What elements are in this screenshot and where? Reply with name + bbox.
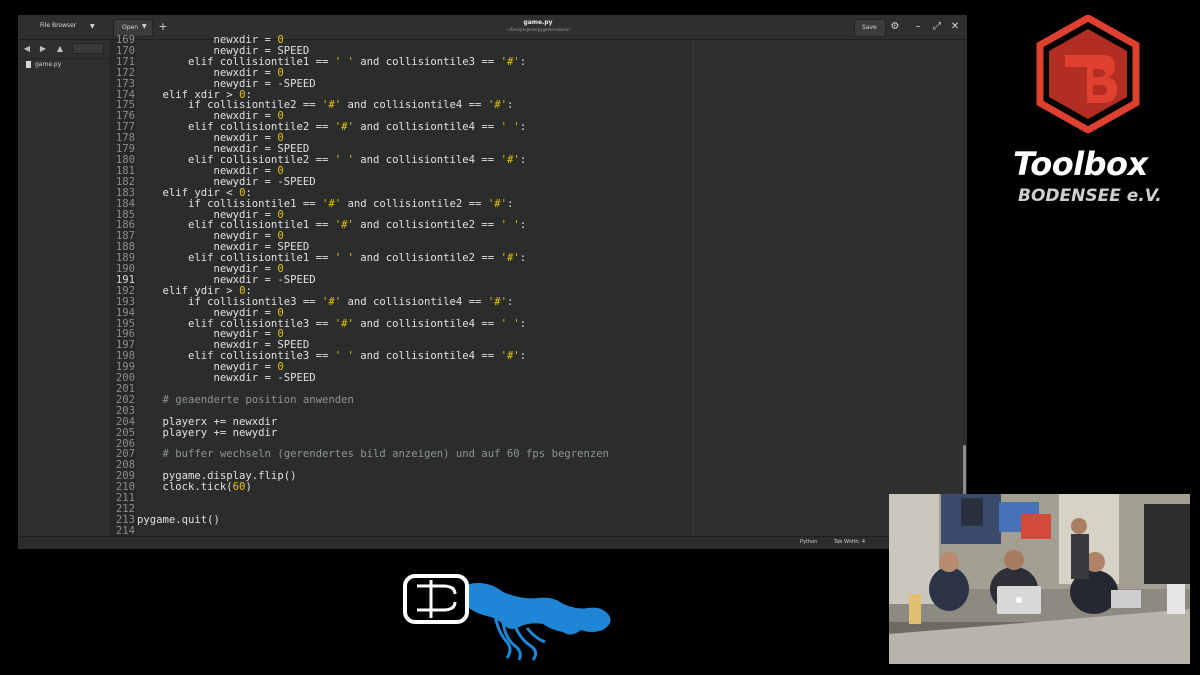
status-bar: Python Tab Width: 4 bbox=[18, 536, 967, 549]
code-text: pygame.quit() bbox=[137, 513, 220, 526]
line-number: 183 bbox=[115, 186, 135, 199]
toolbox-logo bbox=[1036, 15, 1140, 133]
line-number: 172 bbox=[115, 66, 135, 79]
brand-subname: BODENSEE e.V. bbox=[1018, 186, 1162, 206]
folder-select[interactable]: ... bbox=[72, 43, 104, 54]
code-text: elif ydir < 0: bbox=[137, 186, 252, 199]
minimize-icon[interactable]: – bbox=[911, 20, 925, 34]
code-line[interactable]: 194 newydir = 0 bbox=[111, 306, 711, 319]
code-line[interactable]: 210 clock.tick(60) bbox=[111, 482, 711, 493]
code-line[interactable]: 184 if collisiontile1 == '#' and collisi… bbox=[111, 197, 711, 210]
code-line[interactable]: 172 newxdir = 0 bbox=[111, 66, 711, 79]
code-text: newxdir = -SPEED bbox=[137, 372, 316, 385]
code-line[interactable]: 205 playery += newydir bbox=[111, 426, 711, 439]
code-line[interactable]: 211 bbox=[111, 493, 711, 504]
forward-arrow-icon[interactable]: ▶ bbox=[37, 43, 49, 55]
code-text: newydir = 0 bbox=[137, 306, 284, 319]
code-text: # geaenderte position anwenden bbox=[137, 393, 354, 406]
open-button-label: Open bbox=[122, 24, 139, 31]
code-lines: 169 newxdir = 0 170 newydir = SPEED 171 el… bbox=[111, 35, 711, 537]
webcam-feed bbox=[889, 494, 1190, 664]
code-text: playerx += newxdir bbox=[137, 415, 278, 428]
code-line[interactable]: 200 newxdir = -SPEED bbox=[111, 373, 711, 384]
file-browser-panel: ◀ ▶ ▲ ... game.py bbox=[18, 40, 111, 549]
new-tab-button[interactable]: + bbox=[155, 19, 171, 35]
close-icon[interactable]: ✕ bbox=[948, 20, 962, 34]
code-text: # buffer wechseln (gerendertes bild anze… bbox=[137, 448, 609, 461]
code-line[interactable]: 204 playerx += newxdir bbox=[111, 415, 711, 428]
sidebar-header[interactable]: File Browser ▼ bbox=[18, 15, 110, 39]
line-number: 205 bbox=[115, 426, 135, 439]
code-line[interactable]: 173 newydir = -SPEED bbox=[111, 77, 711, 90]
code-line[interactable]: 213 pygame.quit() bbox=[111, 513, 711, 526]
file-icon bbox=[26, 61, 31, 68]
window-subtitle: ~/Dev/projects/pygame-tutorial bbox=[506, 27, 570, 32]
code-text: newydir = -SPEED bbox=[137, 77, 316, 90]
file-name: game.py bbox=[35, 61, 62, 68]
code-text: if collisiontile1 == '#' and collisionti… bbox=[137, 197, 514, 210]
window-title: game.py bbox=[523, 19, 553, 26]
code-line[interactable]: 207 # buffer wechseln (gerendertes bild … bbox=[111, 449, 711, 460]
editor-window: File Browser ▼ Open ▼ + game.py ~/Dev/pr… bbox=[18, 15, 967, 549]
code-line[interactable]: 202 # geaenderte position anwenden bbox=[111, 393, 711, 406]
right-margin bbox=[692, 40, 963, 536]
plus-icon: + bbox=[158, 20, 168, 33]
code-text: playery += newydir bbox=[137, 426, 278, 439]
code-text: clock.tick(60) bbox=[137, 481, 252, 494]
file-browser-nav: ◀ ▶ ▲ ... bbox=[18, 40, 110, 59]
chevron-down-icon[interactable]: ▼ bbox=[90, 23, 95, 30]
save-button-label: Save bbox=[862, 24, 877, 31]
line-number: 194 bbox=[115, 306, 135, 319]
brand-name: Toolbox bbox=[1013, 145, 1148, 183]
tab-width-selector[interactable]: Tab Width: 4 bbox=[834, 539, 865, 545]
gear-icon[interactable]: ⚙ bbox=[888, 20, 902, 34]
vertical-scrollbar[interactable] bbox=[962, 40, 967, 536]
code-text: newxdir = 0 bbox=[137, 66, 284, 79]
save-button[interactable]: Save bbox=[854, 19, 886, 37]
code-line[interactable]: 183 elif ydir < 0: bbox=[111, 186, 711, 199]
chevron-down-icon: ▼ bbox=[142, 23, 147, 30]
line-number: 204 bbox=[115, 415, 135, 428]
lake-logo bbox=[403, 574, 611, 661]
back-arrow-icon[interactable]: ◀ bbox=[21, 43, 33, 55]
language-selector[interactable]: Python bbox=[800, 539, 817, 545]
maximize-icon[interactable]: ⤢ bbox=[930, 20, 944, 34]
up-arrow-icon[interactable]: ▲ bbox=[54, 43, 66, 55]
file-browser-label: File Browser bbox=[40, 22, 77, 29]
line-number: 173 bbox=[115, 77, 135, 90]
line-number: 184 bbox=[115, 197, 135, 210]
